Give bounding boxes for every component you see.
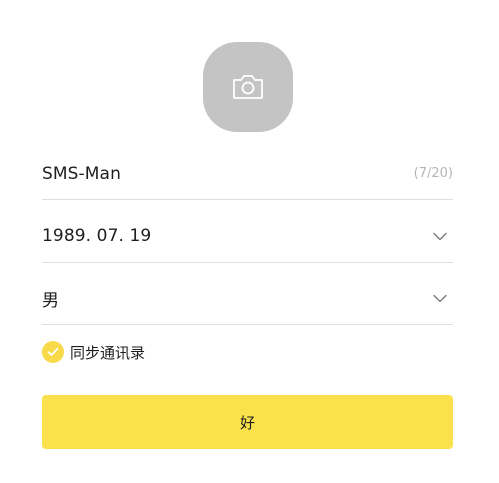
name-input[interactable]: SMS-Man [42, 164, 121, 184]
avatar-upload-button[interactable] [203, 42, 293, 132]
chevron-down-icon [433, 229, 447, 243]
sync-contacts-checkbox[interactable]: 同步通讯录 [42, 340, 145, 364]
name-field[interactable]: SMS-Man (7/20) [42, 148, 453, 200]
name-char-counter: (7/20) [413, 166, 453, 181]
gender-value: 男 [42, 290, 60, 311]
camera-icon [231, 72, 265, 102]
confirm-button[interactable]: 好 [42, 395, 453, 449]
sync-contacts-label: 同步通讯录 [70, 343, 146, 362]
checkmark-icon [42, 341, 64, 363]
birthday-value: 1989. 07. 19 [42, 226, 152, 246]
birthday-select[interactable]: 1989. 07. 19 [42, 210, 453, 263]
chevron-down-icon [433, 291, 447, 305]
gender-select[interactable]: 男 [42, 272, 453, 325]
profile-setup-screen: SMS-Man (7/20) 1989. 07. 19 男 同步通讯录 好 [0, 0, 499, 483]
